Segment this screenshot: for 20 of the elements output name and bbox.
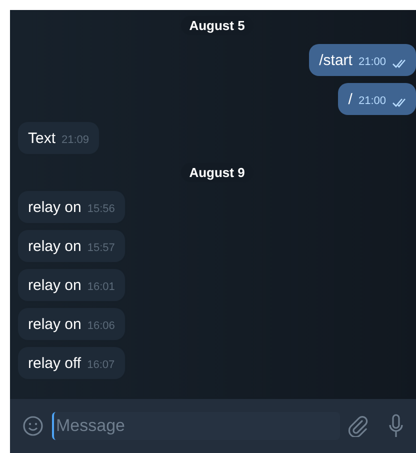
message-text: relay on	[28, 277, 82, 294]
message-time: 16:01	[87, 281, 115, 293]
message-time: 16:06	[87, 320, 115, 332]
message-time: 16:07	[87, 359, 115, 371]
message-text: relay on	[28, 199, 82, 216]
message-time: 21:09	[62, 134, 90, 146]
message-field[interactable]: Message	[52, 412, 340, 440]
message-time: 21:00	[358, 95, 386, 107]
message-time: 21:00	[358, 56, 386, 68]
emoji-icon[interactable]	[22, 415, 44, 437]
paperclip-icon[interactable]	[348, 415, 368, 437]
message-text: Text	[28, 130, 56, 147]
message-text: /	[348, 91, 352, 108]
microphone-icon[interactable]	[388, 414, 404, 438]
message-time: 15:57	[87, 242, 115, 254]
message-text: relay on	[28, 238, 82, 255]
message-text: /start	[319, 52, 352, 69]
message-text: relay on	[28, 316, 82, 333]
message-text: relay off	[28, 355, 82, 372]
message-time: 15:56	[87, 203, 115, 215]
